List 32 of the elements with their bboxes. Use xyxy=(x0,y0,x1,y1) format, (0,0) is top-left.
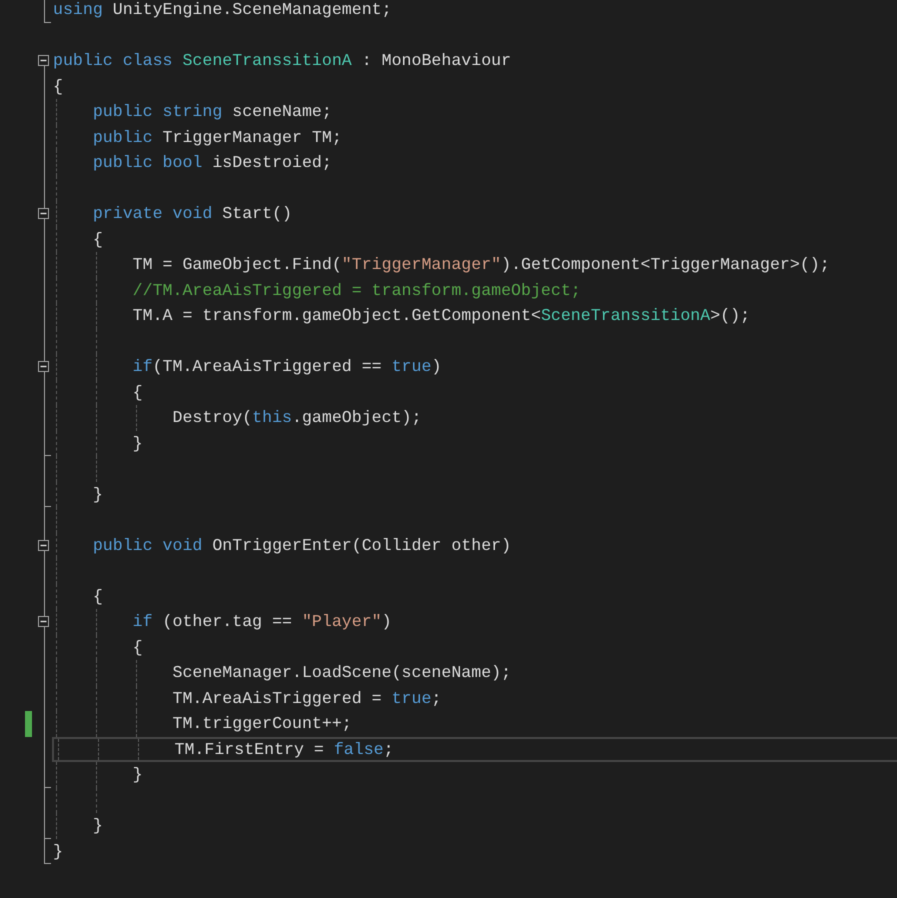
code-line: } xyxy=(132,434,143,452)
code-line: { xyxy=(132,382,143,402)
code-line: private void Start() xyxy=(92,204,292,223)
collapse-icon[interactable] xyxy=(38,55,49,66)
code-line: public void OnTriggerEnter(Collider other) xyxy=(92,536,512,554)
code-line: TM.FirstEntry = false; xyxy=(173,740,394,758)
code-line: } xyxy=(53,842,63,860)
code-line: if(TM.AreaAisTriggered == true) xyxy=(132,357,442,376)
collapse-icon[interactable] xyxy=(38,540,49,550)
collapse-icon[interactable] xyxy=(38,208,49,219)
code-line: public TriggerManager TM; xyxy=(92,128,342,146)
code-line: SceneManager.LoadScene(sceneName); xyxy=(171,663,512,682)
code-line: TM.AreaAisTriggered = true; xyxy=(171,688,442,708)
code-line: public class SceneTranssitionA : MonoBehaviour xyxy=(53,51,512,70)
code-line: } xyxy=(92,816,103,835)
collapse-icon[interactable] xyxy=(38,361,49,372)
code-line: { xyxy=(92,230,103,248)
code-line: { xyxy=(92,586,103,606)
code-line: TM = GameObject.Find("TriggerManager").GetComponent<TriggerManager>(); xyxy=(132,255,830,274)
code-line: TM.triggerCount++; xyxy=(171,714,352,733)
code-line: using UnityEngine.SceneManagement; xyxy=(53,0,392,19)
code-line: { xyxy=(53,76,63,96)
code-line: public bool isDestroied; xyxy=(92,153,332,172)
code-line: } xyxy=(132,765,143,784)
code-line: public string sceneName; xyxy=(92,102,332,121)
code-line: } xyxy=(92,484,103,504)
code-line: Destroy(this.gameObject); xyxy=(171,408,422,427)
code-line: TM.A = transform.gameObject.GetComponent<SceneTranssitionA>(); xyxy=(132,306,750,325)
code-line: //TM.AreaAisTriggered = transform.gameObject; xyxy=(132,280,581,300)
collapse-icon[interactable] xyxy=(38,616,49,627)
code-line: if (other.tag == "Player") xyxy=(132,612,392,631)
code-line: { xyxy=(132,638,143,656)
